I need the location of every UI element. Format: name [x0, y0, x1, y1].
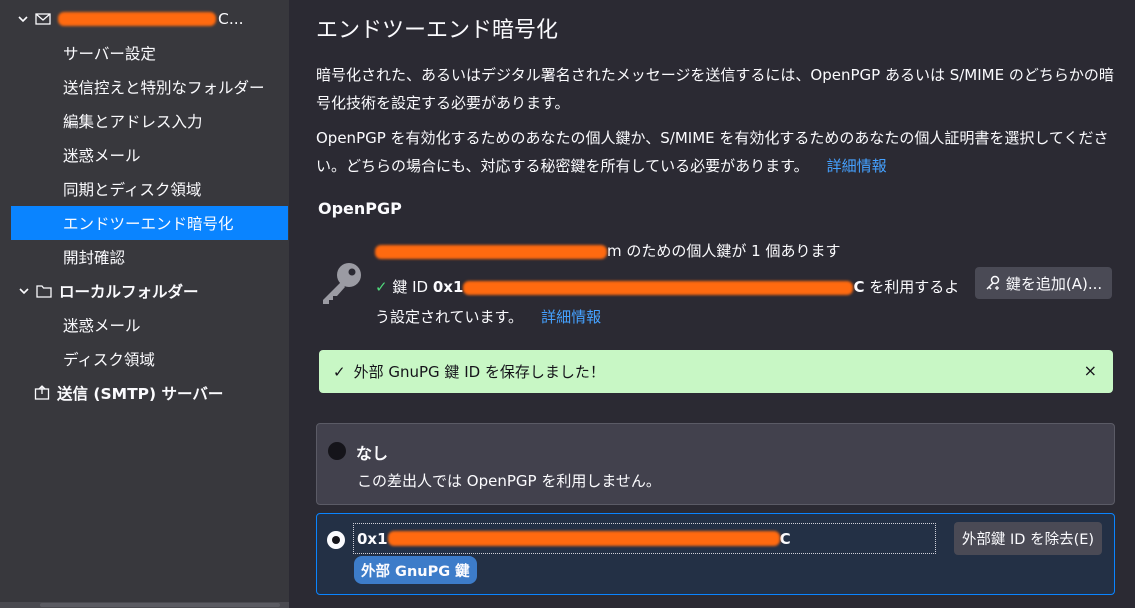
option-external-key-card[interactable]: 0x1 C 外部鍵 ID を除去(E) 外部 GnuPG 鍵 — [316, 513, 1115, 595]
success-notification: ✓ 外部 GnuPG 鍵 ID を保存しました！ × — [319, 350, 1113, 393]
external-key-id-redacted — [387, 531, 780, 546]
learn-more-link[interactable]: 詳細情報 — [541, 308, 601, 326]
account-tree-item[interactable]: C... — [0, 2, 289, 36]
sidebar-item-label: サーバー設定 — [63, 45, 156, 63]
openpgp-heading: OpenPGP — [318, 199, 402, 218]
close-icon[interactable]: × — [1084, 361, 1097, 380]
external-key-id-end: C — [779, 529, 791, 548]
key-icon — [318, 261, 364, 305]
check-icon: ✓ — [375, 278, 388, 296]
sidebar-item-composition[interactable]: 編集とアドレス入力 — [0, 104, 289, 138]
chevron-down-icon[interactable] — [17, 284, 31, 298]
sidebar-item-label: 開封確認 — [63, 249, 126, 267]
option-none-card[interactable]: なし この差出人では OpenPGP を利用しません。 — [316, 423, 1115, 505]
email-tail: m — [607, 242, 622, 260]
success-message: 外部 GnuPG 鍵 ID を保存しました！ — [353, 363, 605, 381]
sidebar-item-local-storage[interactable]: ディスク領域 — [0, 342, 289, 376]
sidebar-item-label: ローカルフォルダー — [59, 283, 199, 301]
sidebar-item-label: 迷惑メール — [63, 317, 141, 335]
mail-icon — [34, 10, 52, 28]
sidebar-item-sync-storage[interactable]: 同期とディスク領域 — [0, 172, 289, 206]
key-id-end: C — [853, 278, 865, 296]
sidebar-item-label: エンドツーエンド暗号化 — [63, 215, 234, 233]
personal-key-count-text: のための個人鍵が 1 個あります — [621, 242, 841, 260]
radio-none[interactable] — [328, 442, 346, 460]
sidebar-item-label: 送信控えと特別なフォルダー — [63, 79, 265, 97]
external-gnupg-key-badge: 外部 GnuPG 鍵 — [354, 556, 477, 584]
check-icon: ✓ — [333, 362, 346, 381]
sidebar-item-label: 編集とアドレス入力 — [63, 113, 203, 131]
external-key-id-field[interactable]: 0x1 C — [353, 523, 936, 554]
sidebar-item-copies-folders[interactable]: 送信控えと特別なフォルダー — [0, 70, 289, 104]
page-title: エンドツーエンド暗号化 — [316, 18, 559, 43]
key-id-prefix: 鍵 ID — [392, 278, 433, 296]
sidebar-horizontal-scrollbar[interactable] — [0, 602, 289, 608]
add-key-button[interactable]: 鍵を追加(A)... — [975, 267, 1112, 299]
sidebar-item-e2e-encryption[interactable]: エンドツーエンド暗号化 — [11, 206, 288, 240]
local-folders-tree-item[interactable]: ローカルフォルダー — [0, 274, 289, 308]
key-id-redacted — [463, 280, 854, 295]
radio-external-key[interactable] — [327, 531, 345, 549]
smtp-tree-item[interactable]: 送信 (SMTP) サーバー — [0, 376, 289, 410]
account-name-suffix: C... — [218, 10, 244, 28]
sidebar-item-receipts[interactable]: 開封確認 — [0, 240, 289, 274]
outbox-icon — [33, 384, 51, 402]
sidebar-item-server-settings[interactable]: サーバー設定 — [0, 36, 289, 70]
key-selection-paragraph: OpenPGP を有効化するためのあなたの個人鍵か、S/MIME を有効化するた… — [316, 124, 1116, 180]
sidebar-item-label: 同期とディスク領域 — [63, 181, 202, 199]
external-key-id-start: 0x1 — [357, 529, 388, 548]
sidebar-item-label: 迷惑メール — [63, 147, 141, 165]
account-name-redacted — [58, 12, 216, 26]
learn-more-link[interactable]: 詳細情報 — [827, 157, 887, 175]
sidebar-item-label: ディスク領域 — [63, 351, 155, 369]
option-none-description: この差出人では OpenPGP を利用しません。 — [357, 472, 661, 490]
intro-paragraph: 暗号化された、あるいはデジタル署名されたメッセージを送信するには、OpenPGP… — [316, 66, 1114, 112]
remove-external-key-button[interactable]: 外部鍵 ID を除去(E) — [954, 522, 1102, 555]
email-redacted — [375, 244, 607, 259]
personal-key-summary: m のための個人鍵が 1 個あります — [375, 238, 955, 264]
key-id-start: 0x1 — [432, 278, 464, 296]
folder-icon — [35, 282, 53, 300]
option-none-title: なし — [356, 444, 389, 463]
e2e-encryption-pane: エンドツーエンド暗号化 暗号化された、あるいはデジタル署名されたメッセージを送信… — [289, 0, 1135, 608]
sidebar-item-label: 送信 (SMTP) サーバー — [57, 385, 224, 403]
key-selection-text: OpenPGP を有効化するためのあなたの個人鍵か、S/MIME を有効化するた… — [316, 129, 1109, 175]
key-id-status: ✓ 鍵 ID 0x1 C を利用するよう設定されています。 詳細情報 — [375, 272, 965, 332]
add-key-button-label: 鍵を追加(A)... — [1005, 274, 1103, 293]
account-settings-sidebar: C... サーバー設定 送信控えと特別なフォルダー 編集とアドレス入力 迷惑メー… — [0, 0, 289, 608]
scrollbar-thumb[interactable] — [40, 603, 280, 607]
chevron-down-icon[interactable] — [16, 12, 30, 26]
add-key-icon — [985, 275, 1001, 291]
sidebar-item-local-junk[interactable]: 迷惑メール — [0, 308, 289, 342]
sidebar-item-junk[interactable]: 迷惑メール — [0, 138, 289, 172]
